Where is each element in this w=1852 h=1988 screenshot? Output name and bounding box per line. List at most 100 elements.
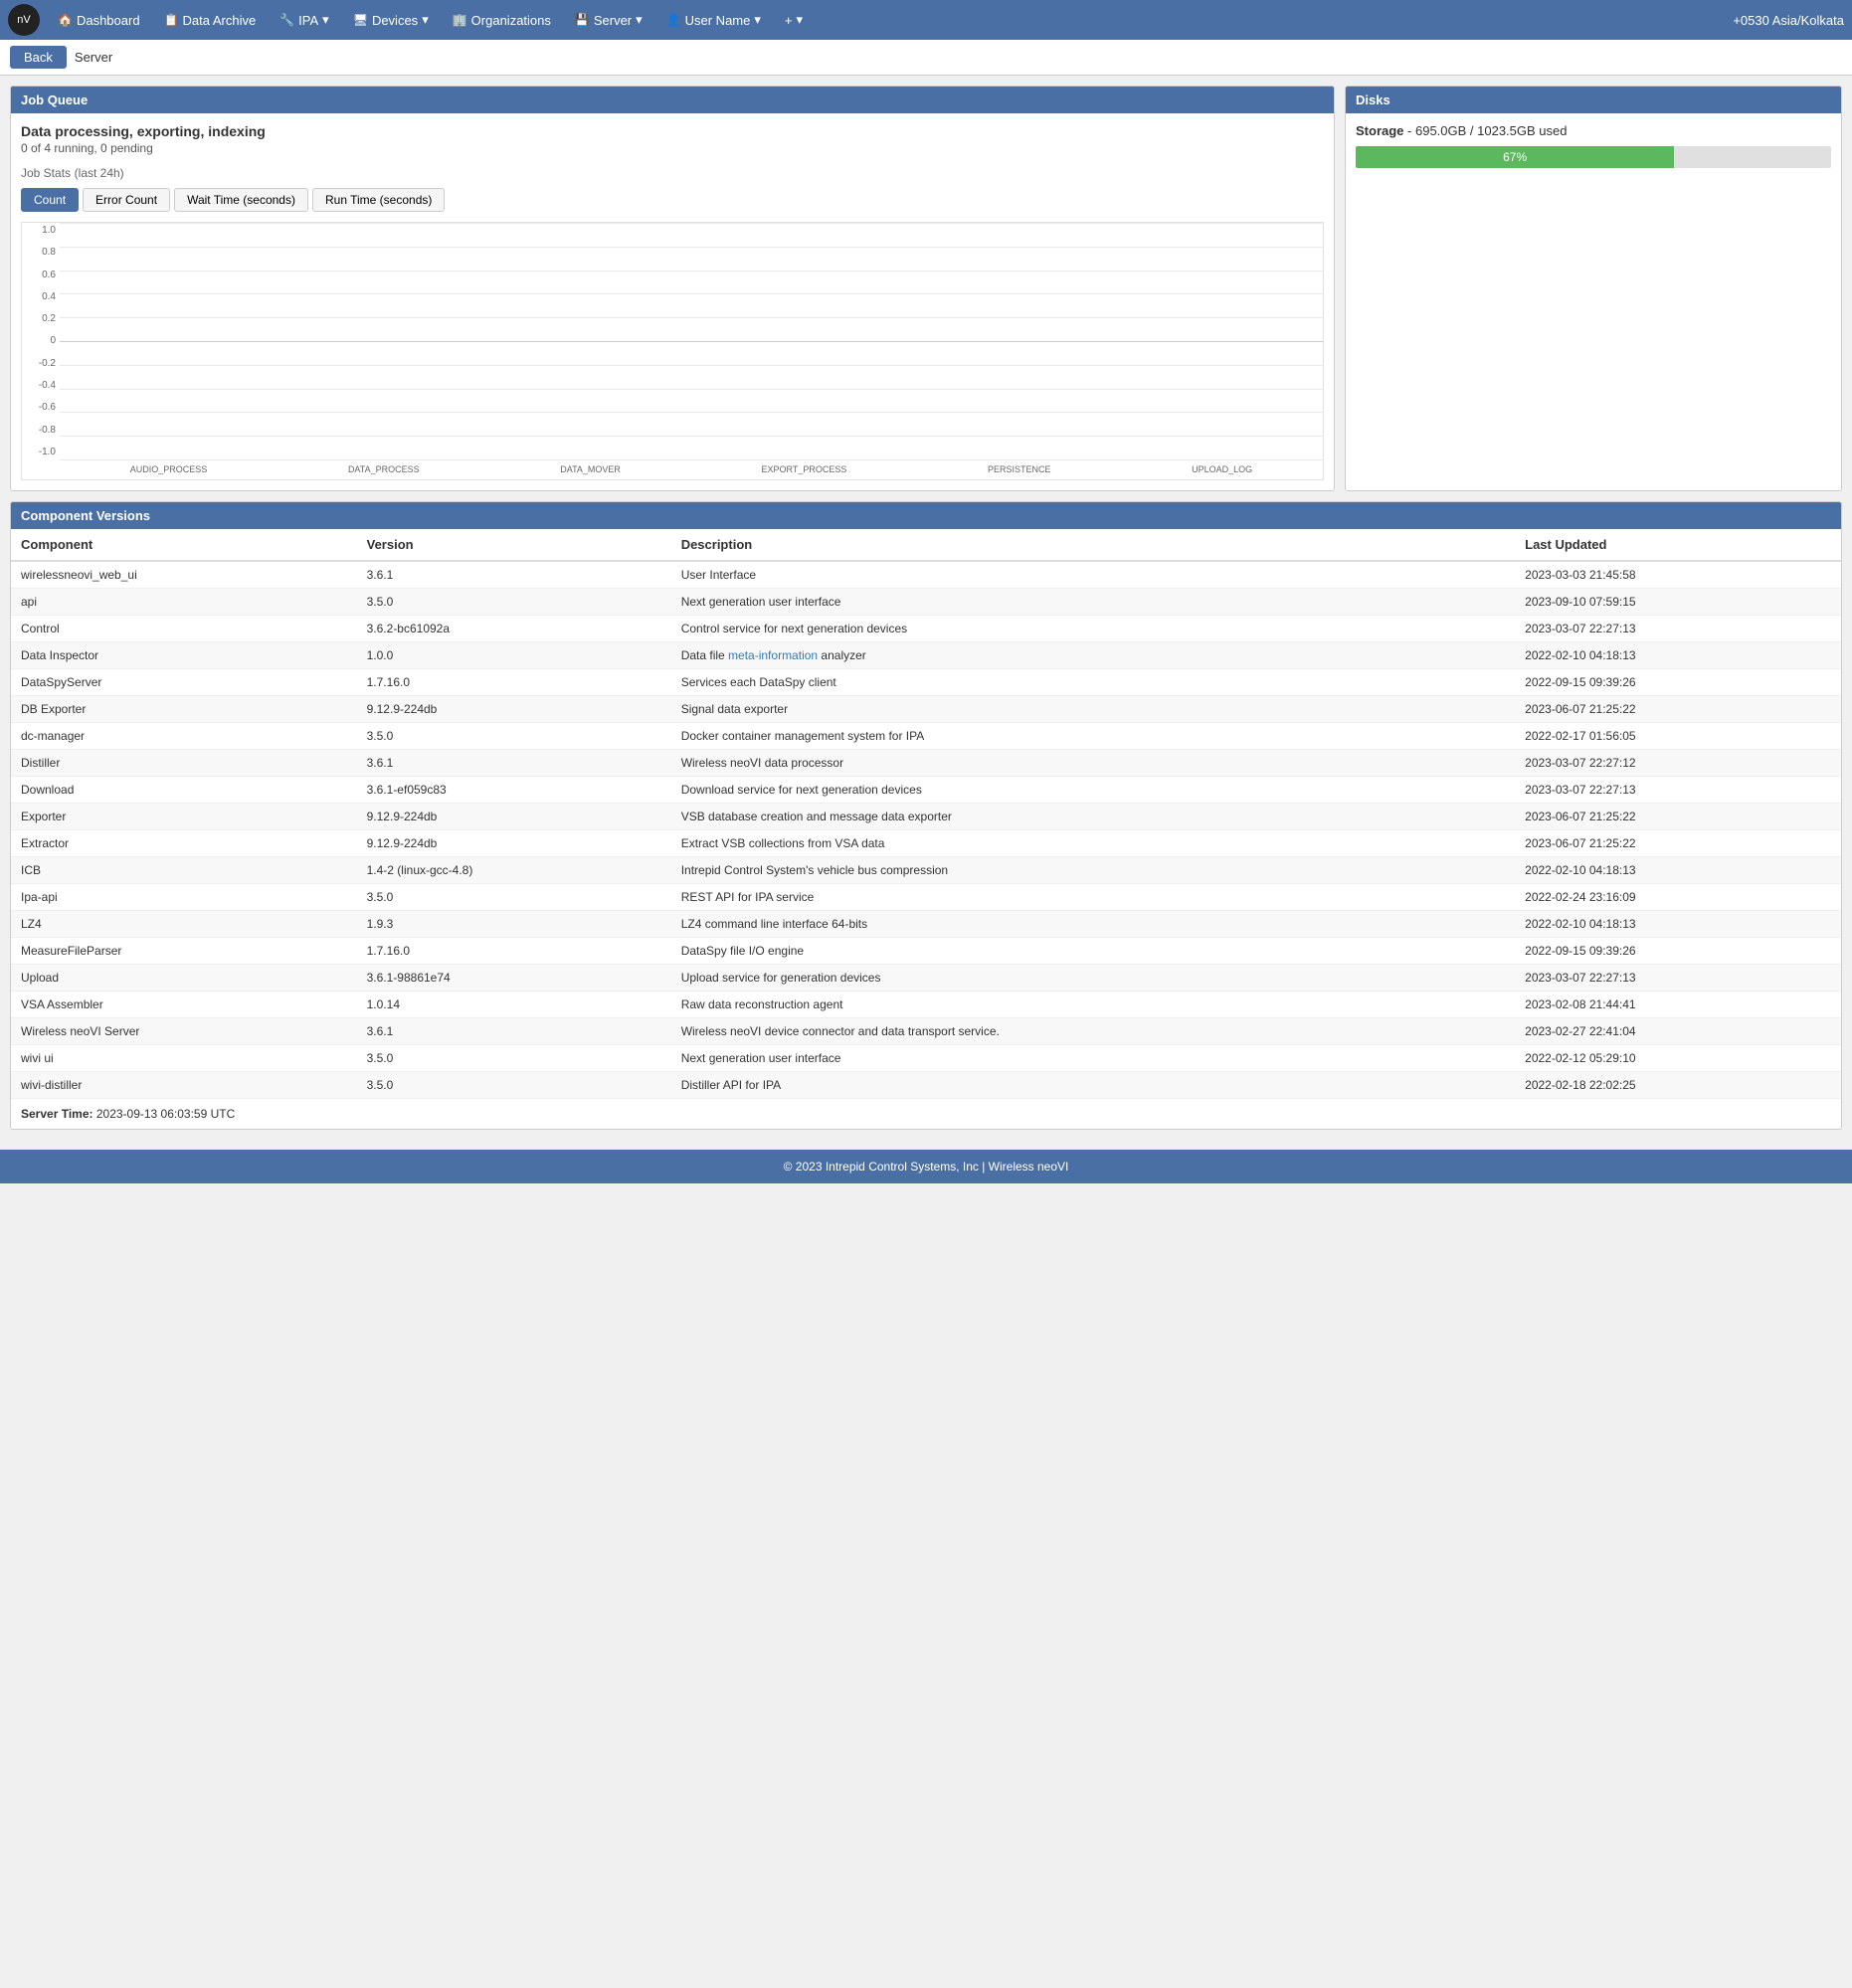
cell-description: DataSpy file I/O engine	[671, 938, 1515, 965]
y-label-11: -1.0	[26, 447, 56, 457]
cell-last-updated: 2022-02-12 05:29:10	[1515, 1045, 1841, 1072]
zero-line	[60, 341, 1323, 342]
table-row: Download3.6.1-ef059c83Download service f…	[11, 777, 1841, 804]
component-versions-panel: Component Versions Component Version Des…	[10, 501, 1842, 1130]
cell-last-updated: 2023-06-07 21:25:22	[1515, 804, 1841, 830]
cell-description: Distiller API for IPA	[671, 1072, 1515, 1099]
user-icon: 👤	[666, 13, 681, 27]
footer: © 2023 Intrepid Control Systems, Inc | W…	[0, 1150, 1852, 1183]
description-link[interactable]: meta-information	[728, 648, 818, 662]
server-dropdown-icon: ▾	[636, 12, 643, 28]
cell-last-updated: 2022-02-17 01:56:05	[1515, 723, 1841, 750]
table-header-row: Component Version Description Last Updat…	[11, 529, 1841, 561]
nav-item-plus[interactable]: + ▾	[775, 8, 813, 32]
server-time: Server Time: 2023-09-13 06:03:59 UTC	[11, 1099, 1841, 1129]
cell-version: 1.0.0	[357, 642, 671, 669]
server-time-label: Server Time:	[21, 1107, 93, 1121]
nav-item-organizations[interactable]: 🏢 Organizations	[443, 9, 561, 32]
nav-item-ipa[interactable]: 🔧 IPA ▾	[270, 8, 338, 32]
cell-component: DB Exporter	[11, 696, 357, 723]
col-header-last-updated: Last Updated	[1515, 529, 1841, 561]
tab-wait-time[interactable]: Wait Time (seconds)	[174, 188, 308, 212]
table-row: dc-manager3.5.0Docker container manageme…	[11, 723, 1841, 750]
cell-component: wirelessneovi_web_ui	[11, 561, 357, 589]
storage-percent-label: 67%	[1503, 150, 1527, 164]
component-table-body: wirelessneovi_web_ui3.6.1User Interface2…	[11, 561, 1841, 1099]
y-label-8: -0.4	[26, 380, 56, 391]
cell-component: dc-manager	[11, 723, 357, 750]
disks-panel: Disks Storage - 695.0GB / 1023.5GB used …	[1345, 86, 1842, 491]
storage-title: Storage	[1356, 123, 1403, 138]
plus-label: +	[785, 13, 793, 28]
tab-error-count[interactable]: Error Count	[83, 188, 170, 212]
table-row: Distiller3.6.1Wireless neoVI data proces…	[11, 750, 1841, 777]
grid-line-6	[60, 365, 1323, 366]
cell-description: VSB database creation and message data e…	[671, 804, 1515, 830]
nav-label-user: User Name	[685, 13, 751, 28]
col-header-description: Description	[671, 529, 1515, 561]
disks-header: Disks	[1346, 87, 1841, 113]
cell-last-updated: 2023-03-07 22:27:12	[1515, 750, 1841, 777]
table-row: wivi ui3.5.0Next generation user interfa…	[11, 1045, 1841, 1072]
nav-item-data-archive[interactable]: 📋 Data Archive	[154, 9, 267, 32]
devices-dropdown-icon: ▾	[422, 12, 429, 28]
grid-line-2	[60, 247, 1323, 248]
cell-component: Distiller	[11, 750, 357, 777]
tab-count[interactable]: Count	[21, 188, 79, 212]
nav-item-devices[interactable]: 🖥 Devices ▾	[343, 8, 439, 32]
job-stats-sublabel: (last 24h)	[75, 166, 124, 180]
nav-item-user-name[interactable]: 👤 User Name ▾	[656, 8, 771, 32]
back-button[interactable]: Back	[10, 46, 67, 69]
x-axis-labels: AUDIO_PROCESS DATA_PROCESS DATA_MOVER EX…	[60, 459, 1323, 479]
cell-version: 3.5.0	[357, 884, 671, 911]
cell-component: Exporter	[11, 804, 357, 830]
cell-description: User Interface	[671, 561, 1515, 589]
cell-last-updated: 2022-02-10 04:18:13	[1515, 857, 1841, 884]
cell-version: 3.6.1	[357, 561, 671, 589]
storage-used: -	[1407, 123, 1415, 138]
cell-last-updated: 2023-09-10 07:59:15	[1515, 589, 1841, 616]
cell-version: 1.7.16.0	[357, 938, 671, 965]
cell-component: Download	[11, 777, 357, 804]
cell-version: 3.5.0	[357, 723, 671, 750]
job-subtitle: 0 of 4 running, 0 pending	[21, 141, 1324, 155]
grid-line-1	[60, 223, 1323, 224]
server-icon: 💾	[575, 13, 590, 27]
nav-items: 🏠 Dashboard 📋 Data Archive 🔧 IPA ▾ 🖥 Dev…	[48, 8, 1733, 32]
nav-item-server[interactable]: 💾 Server ▾	[565, 8, 652, 32]
cell-last-updated: 2023-02-08 21:44:41	[1515, 992, 1841, 1018]
organizations-icon: 🏢	[453, 13, 467, 27]
cell-description: REST API for IPA service	[671, 884, 1515, 911]
table-row: Exporter9.12.9-224dbVSB database creatio…	[11, 804, 1841, 830]
cell-description: Wireless neoVI device connector and data…	[671, 1018, 1515, 1045]
tab-run-time[interactable]: Run Time (seconds)	[312, 188, 445, 212]
cell-version: 1.0.14	[357, 992, 671, 1018]
table-row: Control3.6.2-bc61092aControl service for…	[11, 616, 1841, 642]
cell-component: Wireless neoVI Server	[11, 1018, 357, 1045]
cell-component: Data Inspector	[11, 642, 357, 669]
storage-progress-container: 67%	[1356, 146, 1831, 168]
y-label-10: -0.8	[26, 425, 56, 436]
y-label-1: 1.0	[26, 225, 56, 236]
table-row: MeasureFileParser1.7.16.0DataSpy file I/…	[11, 938, 1841, 965]
job-queue-header: Job Queue	[11, 87, 1334, 113]
grid-line-8	[60, 412, 1323, 413]
cell-version: 3.6.1	[357, 1018, 671, 1045]
main-content: Job Queue Data processing, exporting, in…	[0, 76, 1852, 1140]
grid-line-4	[60, 293, 1323, 294]
cell-last-updated: 2022-02-18 22:02:25	[1515, 1072, 1841, 1099]
nav-item-dashboard[interactable]: 🏠 Dashboard	[48, 9, 150, 32]
tab-buttons: Count Error Count Wait Time (seconds) Ru…	[21, 188, 1324, 212]
y-label-4: 0.4	[26, 291, 56, 302]
cell-description: Services each DataSpy client	[671, 669, 1515, 696]
table-row: ICB1.4-2 (linux-gcc-4.8)Intrepid Control…	[11, 857, 1841, 884]
cell-component: api	[11, 589, 357, 616]
logo[interactable]: nV	[8, 4, 40, 36]
col-header-component: Component	[11, 529, 357, 561]
table-row: wivi-distiller3.5.0Distiller API for IPA…	[11, 1072, 1841, 1099]
cell-description: Raw data reconstruction agent	[671, 992, 1515, 1018]
cell-version: 1.9.3	[357, 911, 671, 938]
footer-text: © 2023 Intrepid Control Systems, Inc | W…	[784, 1160, 1069, 1174]
cell-last-updated: 2022-09-15 09:39:26	[1515, 669, 1841, 696]
cell-version: 3.5.0	[357, 589, 671, 616]
